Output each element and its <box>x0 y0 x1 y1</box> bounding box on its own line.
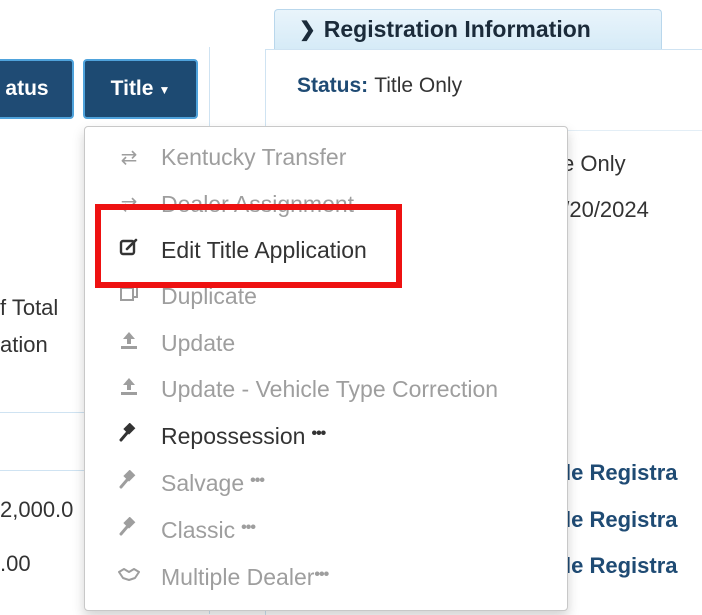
registration-tab-title: Registration Information <box>323 16 591 42</box>
left-label-line2: ation <box>0 332 48 357</box>
registration-link[interactable]: le Registra <box>565 507 678 533</box>
title-button-label: Title <box>110 77 154 100</box>
menu-item-label: Classic <box>161 516 236 543</box>
title-dropdown-button[interactable]: Title ▼ <box>83 59 198 119</box>
status-label: Status: <box>297 74 369 97</box>
menu-item-label: Repossession <box>161 422 306 449</box>
menu-item-label: Kentucky Transfer <box>161 143 347 170</box>
menu-item-classic[interactable]: Classic ••• <box>117 514 256 546</box>
status-button[interactable]: atus <box>0 59 74 119</box>
menu-item-multiple-dealer[interactable]: Multiple Dealer ••• <box>117 561 329 593</box>
highlight-box <box>95 204 402 288</box>
menu-item-salvage[interactable]: Salvage ••• <box>117 467 265 499</box>
menu-item-update-vehicle-type-correction[interactable]: Update - Vehicle Type Correction <box>117 373 498 405</box>
menu-item-suffix: ••• <box>314 566 329 583</box>
chevron-down-icon: ❯ <box>299 19 316 41</box>
menu-item-kentucky-transfer[interactable]: ⇄ Kentucky Transfer <box>117 141 347 173</box>
caret-down-icon: ▼ <box>158 83 171 97</box>
upload-icon <box>117 376 141 402</box>
menu-item-suffix: ••• <box>311 425 326 442</box>
left-value-1: 2,000.0 <box>0 497 74 522</box>
menu-item-suffix: ••• <box>250 472 265 489</box>
left-value-2: .00 <box>0 551 31 576</box>
title-dropdown-menu: ⇄ Kentucky Transfer ⇄ Dealer Assignment … <box>84 126 568 611</box>
menu-item-label: Salvage <box>161 469 245 496</box>
registration-status: Status: Title Only <box>297 74 462 98</box>
status-value: Title Only <box>374 74 463 97</box>
menu-item-repossession[interactable]: Repossession ••• <box>117 420 326 452</box>
registration-link[interactable]: le Registra <box>565 460 678 486</box>
handshake-icon <box>117 564 141 590</box>
menu-item-suffix: ••• <box>241 519 256 536</box>
left-label-line1: f Total <box>0 295 59 320</box>
menu-item-label: Update - Vehicle Type Correction <box>161 375 499 402</box>
menu-item-update[interactable]: Update <box>117 327 235 359</box>
registration-info-tab[interactable]: ❯ Registration Information <box>274 9 662 49</box>
gavel-icon <box>117 516 141 543</box>
menu-item-label: Multiple Dealer <box>161 563 315 590</box>
menu-item-label: Update <box>161 329 236 356</box>
registration-link[interactable]: le Registra <box>565 553 678 579</box>
gavel-icon <box>117 469 141 496</box>
gavel-icon <box>117 422 141 449</box>
transfer-icon: ⇄ <box>120 146 138 169</box>
upload-icon <box>117 330 141 356</box>
status-button-label: atus <box>5 77 49 100</box>
